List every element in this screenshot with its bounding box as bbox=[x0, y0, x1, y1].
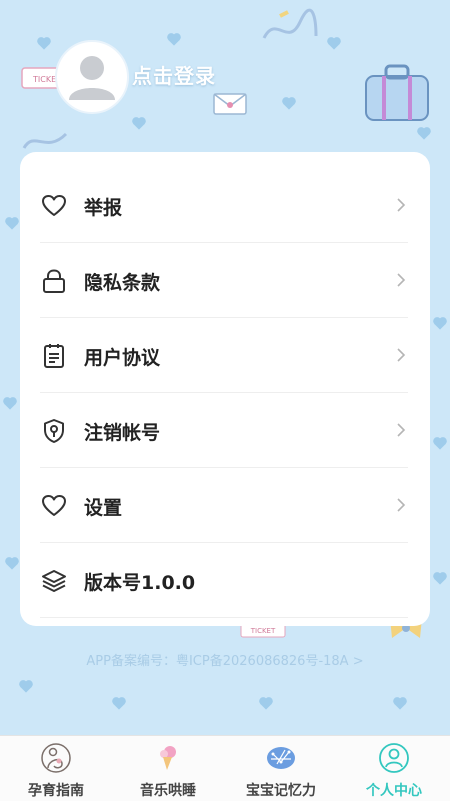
tab-music-sleep[interactable]: 音乐哄睡 bbox=[112, 736, 224, 801]
icp-link[interactable]: APP备案编号：粤ICP备2026086826号-18A > bbox=[0, 650, 450, 669]
heart-icon bbox=[42, 195, 66, 216]
lock-icon bbox=[43, 269, 65, 293]
menu-item-privacy[interactable]: 隐私条款 bbox=[40, 242, 408, 318]
menu-item-report[interactable]: 举报 bbox=[40, 167, 408, 243]
menu-item-label: 隐私条款 bbox=[84, 272, 161, 294]
heart-decoration bbox=[283, 98, 295, 110]
tab-pregnancy-guide[interactable]: 孕育指南 bbox=[0, 736, 112, 801]
user-silhouette-icon bbox=[69, 56, 115, 100]
menu-item-user-agreement[interactable]: 用户协议 bbox=[40, 317, 408, 393]
mother-baby-icon bbox=[41, 743, 71, 773]
heart-icon bbox=[42, 495, 66, 516]
heart-decoration bbox=[113, 698, 125, 710]
chevron-right-icon bbox=[397, 423, 406, 437]
heart-decoration bbox=[20, 681, 32, 693]
menu-item-label: 设置 bbox=[84, 497, 123, 519]
user-icon bbox=[379, 743, 409, 773]
tab-label: 个人中心 bbox=[366, 783, 422, 799]
heart-decoration bbox=[38, 38, 50, 50]
heart-decoration bbox=[168, 34, 180, 46]
heart-decoration bbox=[434, 318, 446, 330]
chevron-right-icon bbox=[397, 273, 406, 287]
tab-label: 宝宝记忆力 bbox=[246, 783, 316, 799]
layers-icon bbox=[42, 570, 66, 592]
heart-decoration bbox=[133, 118, 145, 130]
ribbon-icon bbox=[22, 132, 68, 149]
tab-label: 音乐哄睡 bbox=[140, 783, 196, 799]
heart-decoration bbox=[6, 218, 18, 230]
ribbon-icon bbox=[262, 8, 318, 39]
tab-baby-memory[interactable]: 宝宝记忆力 bbox=[225, 736, 337, 801]
menu-item-label: 举报 bbox=[84, 197, 123, 219]
menu-item-label: 版本号1.0.0 bbox=[84, 572, 196, 594]
menu-item-version[interactable]: 版本号1.0.0 bbox=[40, 542, 408, 618]
menu-item-settings[interactable]: 设置 bbox=[40, 467, 408, 543]
settings-card: 举报 隐私条款 用户协议 注销帐号 设置 版本号1.0.0 bbox=[20, 152, 430, 626]
svg-text:TICKET: TICKET bbox=[250, 627, 276, 635]
chevron-right-icon bbox=[397, 198, 406, 212]
clipboard-icon bbox=[44, 344, 64, 368]
heart-decoration bbox=[418, 128, 430, 140]
envelope-icon bbox=[213, 93, 247, 115]
heart-decoration bbox=[260, 698, 272, 710]
heart-decoration bbox=[434, 438, 446, 450]
menu-item-label: 注销帐号 bbox=[84, 422, 161, 444]
heart-decoration bbox=[6, 558, 18, 570]
tab-label: 孕育指南 bbox=[28, 783, 84, 799]
shield-icon bbox=[44, 419, 64, 443]
ice-cream-icon bbox=[160, 746, 176, 770]
menu-item-label: 用户协议 bbox=[84, 347, 161, 369]
login-link[interactable]: 点击登录 bbox=[132, 60, 216, 89]
heart-decoration bbox=[4, 398, 16, 410]
suitcase-icon bbox=[365, 64, 429, 121]
chevron-right-icon bbox=[397, 498, 406, 512]
bottom-tab-bar: 孕育指南 音乐哄睡 宝宝记忆力 个人中心 bbox=[0, 735, 450, 801]
menu-item-delete-account[interactable]: 注销帐号 bbox=[40, 392, 408, 468]
heart-decoration bbox=[328, 38, 340, 50]
brain-icon bbox=[267, 747, 295, 769]
tab-personal-center[interactable]: 个人中心 bbox=[338, 736, 450, 801]
heart-decoration bbox=[434, 573, 446, 585]
chevron-right-icon bbox=[397, 348, 406, 362]
avatar[interactable] bbox=[55, 40, 129, 114]
heart-decoration bbox=[394, 698, 406, 710]
